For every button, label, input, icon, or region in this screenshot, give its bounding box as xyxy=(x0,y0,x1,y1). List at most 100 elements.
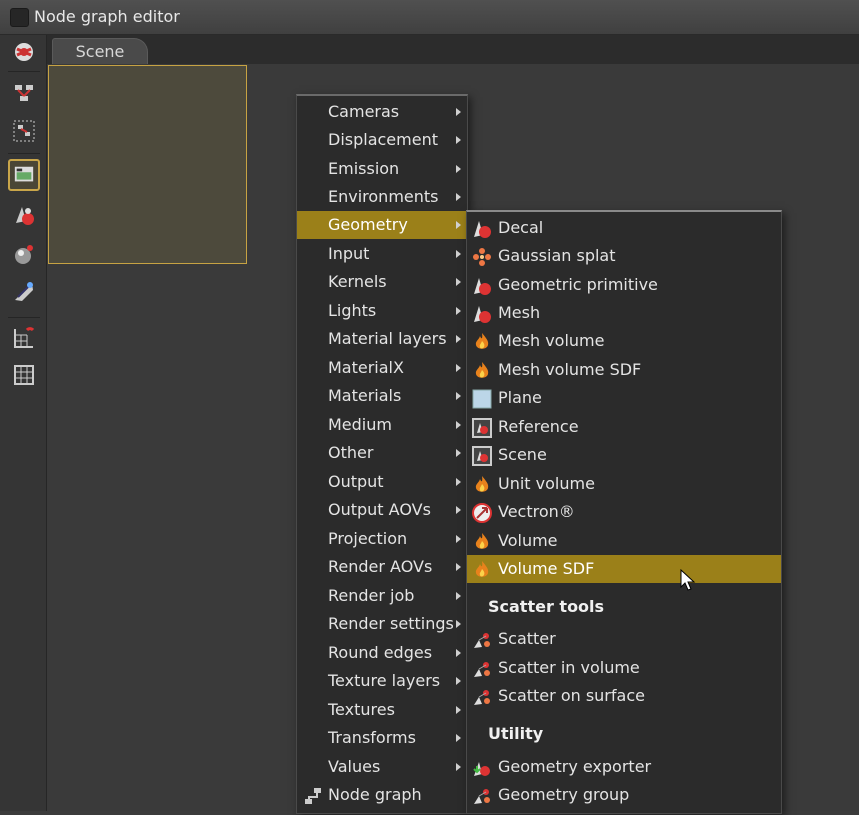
submenu-item-geometry-group[interactable]: Geometry group xyxy=(467,781,781,809)
menu-item-label: Kernels xyxy=(328,272,387,291)
network-icon[interactable] xyxy=(10,38,38,66)
node-preview[interactable] xyxy=(48,65,247,264)
submenu-item-label: Gaussian splat xyxy=(498,246,616,265)
menu-item-geometry[interactable]: Geometry xyxy=(297,211,467,239)
submenu-item-label: Reference xyxy=(498,417,579,436)
menu-item-label: Geometry xyxy=(328,215,408,234)
menu-item-render-aovs[interactable]: Render AOVs xyxy=(297,553,467,581)
menu-item-label: Medium xyxy=(328,415,392,434)
toolbar-divider xyxy=(8,317,40,318)
scatter-tools-header: Scatter tools xyxy=(488,597,605,616)
submenu-item-label: Mesh volume SDF xyxy=(498,360,642,379)
menu-item-label: Render AOVs xyxy=(328,557,433,576)
submenu-item-label: Geometric primitive xyxy=(498,275,658,294)
submenu-item-mesh[interactable]: Mesh xyxy=(467,299,781,327)
left-toolbar xyxy=(0,35,47,811)
menu-item-output[interactable]: Output xyxy=(297,468,467,496)
submenu-item-label: Geometry group xyxy=(498,785,630,804)
submenu-arrow-icon xyxy=(456,478,461,486)
menu-item-other[interactable]: Other xyxy=(297,439,467,467)
submenu-arrow-icon xyxy=(456,763,461,771)
menu-item-emission[interactable]: Emission xyxy=(297,155,467,183)
submenu-arrow-icon xyxy=(456,535,461,543)
submenu-arrow-icon xyxy=(456,392,461,400)
submenu-item-decal[interactable]: Decal xyxy=(467,214,781,242)
vectron-icon xyxy=(472,503,492,523)
submenu-item-plane[interactable]: Plane xyxy=(467,384,781,412)
menu-item-texture-layers[interactable]: Texture layers xyxy=(297,667,467,695)
submenu-item-geometry-exporter[interactable]: Geometry exporter xyxy=(467,753,781,781)
submenu-item-volume-sdf[interactable]: Volume SDF xyxy=(467,555,781,583)
menu-item-input[interactable]: Input xyxy=(297,240,467,268)
menu-item-render-settings[interactable]: Render settings xyxy=(297,610,467,638)
grid-icon[interactable] xyxy=(10,361,38,389)
submenu-item-mesh-volume[interactable]: Mesh volume xyxy=(467,327,781,355)
camera-pick-icon[interactable] xyxy=(10,278,38,306)
submenu-item-scene[interactable]: Scene xyxy=(467,441,781,469)
submenu-arrow-icon xyxy=(456,592,461,600)
menu-item-transforms[interactable]: Transforms xyxy=(297,724,467,752)
window-title: Node graph editor xyxy=(34,7,180,26)
grid-snap-icon[interactable] xyxy=(10,324,38,352)
menu-item-render-job[interactable]: Render job xyxy=(297,582,467,610)
menu-item-lights[interactable]: Lights xyxy=(297,297,467,325)
menu-item-materials[interactable]: Materials xyxy=(297,382,467,410)
title-bar: Node graph editor xyxy=(0,0,859,35)
submenu-arrow-icon xyxy=(456,136,461,144)
menu-item-materialx[interactable]: MaterialX xyxy=(297,354,467,382)
window-checkbox[interactable] xyxy=(10,8,29,27)
submenu-item-label: Decal xyxy=(498,218,544,237)
submenu-item-unit-volume[interactable]: Unit volume xyxy=(467,470,781,498)
menu-item-kernels[interactable]: Kernels xyxy=(297,268,467,296)
menu-item-displacement[interactable]: Displacement xyxy=(297,126,467,154)
submenu-arrow-icon xyxy=(456,364,461,372)
submenu-item-gaussian-splat[interactable]: Gaussian splat xyxy=(467,242,781,270)
material-icon[interactable] xyxy=(10,201,38,229)
submenu-item-geometric-primitive[interactable]: Geometric primitive xyxy=(467,271,781,299)
menu-item-label: Lights xyxy=(328,301,377,320)
scatter-icon xyxy=(472,659,492,679)
utility-header: Utility xyxy=(488,724,544,743)
menu-item-cameras[interactable]: Cameras xyxy=(297,98,467,126)
menu-item-projection[interactable]: Projection xyxy=(297,525,467,553)
submenu-arrow-icon xyxy=(456,506,461,514)
menu-item-label: Other xyxy=(328,443,374,462)
submenu-item-mesh-volume-sdf[interactable]: Mesh volume SDF xyxy=(467,356,781,384)
reference-icon xyxy=(472,446,492,466)
flame-icon xyxy=(472,332,492,352)
submenu-item-label: Mesh volume xyxy=(498,331,605,350)
mouse-cursor-icon xyxy=(680,568,698,593)
submenu-arrow-icon xyxy=(456,335,461,343)
submenu-item-volume[interactable]: Volume xyxy=(467,527,781,555)
submenu-arrow-icon xyxy=(456,165,461,173)
menu-item-material-layers[interactable]: Material layers xyxy=(297,325,467,353)
submenu-arrow-icon xyxy=(456,193,461,201)
render-icon[interactable] xyxy=(10,240,38,268)
select-icon[interactable] xyxy=(10,79,38,107)
submenu-item-vectron[interactable]: Vectron® xyxy=(467,498,781,526)
submenu-item-scatter-in-volume[interactable]: Scatter in volume xyxy=(467,654,781,682)
menu-item-label: Projection xyxy=(328,529,408,548)
submenu-item-scatter-on-surface[interactable]: Scatter on surface xyxy=(467,682,781,710)
submenu-arrow-icon xyxy=(456,734,461,742)
menu-item-output-aovs[interactable]: Output AOVs xyxy=(297,496,467,524)
submenu-item-label: Volume SDF xyxy=(498,559,595,578)
submenu-item-label: Scatter in volume xyxy=(498,658,640,677)
tab-strip: Scene xyxy=(47,35,859,65)
submenu-item-scatter[interactable]: Scatter xyxy=(467,625,781,653)
menu-item-node-graph[interactable]: Node graph xyxy=(297,781,467,809)
submenu-item-label: Unit volume xyxy=(498,474,595,493)
menu-item-label: Output AOVs xyxy=(328,500,431,519)
preview-icon[interactable] xyxy=(8,159,40,191)
menu-item-label: Material layers xyxy=(328,329,447,348)
menu-item-textures[interactable]: Textures xyxy=(297,696,467,724)
submenu-item-reference[interactable]: Reference xyxy=(467,413,781,441)
tab-scene[interactable]: Scene xyxy=(52,38,148,65)
node-graph-icon xyxy=(303,786,323,806)
menu-item-round-edges[interactable]: Round edges xyxy=(297,639,467,667)
reorder-icon[interactable] xyxy=(10,117,38,145)
menu-item-environments[interactable]: Environments xyxy=(297,183,467,211)
menu-item-medium[interactable]: Medium xyxy=(297,411,467,439)
submenu-arrow-icon xyxy=(456,307,461,315)
menu-item-values[interactable]: Values xyxy=(297,753,467,781)
